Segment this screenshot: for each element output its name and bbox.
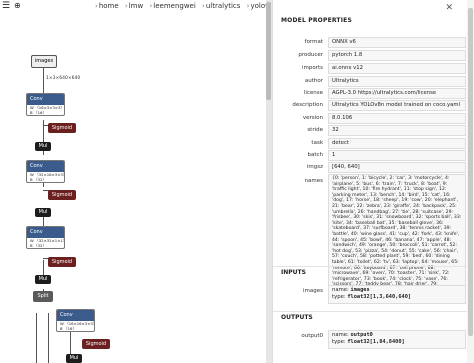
model-properties-panel: ✕ MODEL PROPERTIES format ONNX v6 produc…: [272, 0, 474, 363]
graph-scrollbar-thumb[interactable]: [266, 2, 271, 100]
breadcrumb-separator: ›: [149, 2, 153, 10]
prop-label: imports: [301, 65, 323, 71]
prop-value: pytorch 1.8: [328, 50, 466, 61]
output-details: name: output0 type: float32[1,84,8400]: [328, 330, 466, 349]
prop-label: format: [304, 39, 323, 45]
mul-node[interactable]: Mul: [35, 275, 51, 284]
prop-value: AGPL-3.0 https://ultralytics.com/license: [328, 88, 466, 99]
mul-node[interactable]: Mul: [35, 142, 51, 151]
sigmoid-node[interactable]: Sigmoid: [48, 257, 76, 267]
output-label: output0: [301, 333, 323, 339]
prop-label: names: [304, 178, 323, 184]
breadcrumb-separator: ›: [124, 2, 128, 10]
close-icon[interactable]: ✕: [445, 3, 453, 13]
input-name-row: name: images: [332, 287, 462, 294]
prop-value: Ultralytics: [328, 76, 466, 87]
output-type-row: type: float32[1,84,8400]: [332, 339, 462, 346]
mul-node[interactable]: Mul: [66, 354, 82, 363]
input-name-prefix: name:: [332, 287, 349, 293]
panel-scrollbar-thumb[interactable]: [468, 8, 473, 336]
input-type: float32[1,3,640,640]: [347, 294, 412, 300]
conv-node-title: Conv: [57, 310, 94, 321]
conv-node-title: Conv: [27, 161, 64, 172]
prop-label: batch: [307, 152, 323, 158]
input-label: images: [303, 288, 323, 294]
prop-value: 32: [328, 125, 466, 136]
breadcrumb-item-leemengwei[interactable]: leemengwei: [153, 2, 196, 10]
sigmoid-node[interactable]: Sigmoid: [82, 339, 110, 349]
prop-value: ai.onnx v12: [328, 63, 466, 74]
prop-label: stride: [307, 127, 323, 133]
graph-edge: [48, 313, 49, 363]
panel-title: MODEL PROPERTIES: [281, 17, 352, 24]
split-node[interactable]: Split: [33, 291, 53, 302]
breadcrumb-separator: ›: [95, 2, 98, 10]
graph-input-node[interactable]: images: [31, 55, 57, 68]
prop-value: 1: [328, 150, 466, 161]
output-name-prefix: name:: [332, 332, 349, 338]
input-name: images: [350, 287, 370, 293]
zoom-in-icon[interactable]: ⊕: [14, 1, 21, 10]
inputs-section-title: INPUTS: [281, 269, 306, 276]
prop-label: imgsz: [306, 164, 323, 170]
breadcrumb-item-lmw[interactable]: lmw: [129, 2, 144, 10]
graph-canvas[interactable]: images 1×3×640×640 Conv W 〈16×3×3×3〉 B 〈…: [0, 14, 266, 363]
input-details: name: images type: float32[1,3,640,640]: [328, 285, 466, 304]
conv-node[interactable]: Conv W 〈32×16×3×3〉 B 〈32〉: [26, 160, 65, 183]
conv-node[interactable]: Conv W 〈16×16×3×3〉 B 〈16〉: [56, 309, 95, 332]
menu-icon[interactable]: ☰: [2, 1, 10, 11]
graph-edge: [36, 313, 37, 363]
conv-node-title: Conv: [27, 227, 64, 238]
conv-node-title: Conv: [27, 94, 64, 105]
breadcrumb-item-ultralytics[interactable]: ultralytics: [206, 2, 241, 10]
divider: [273, 266, 474, 267]
output-name: output0: [350, 332, 373, 338]
divider: [273, 311, 474, 312]
prop-label: version: [302, 115, 323, 121]
prop-label: license: [303, 90, 323, 96]
outputs-section-title: OUTPUTS: [281, 314, 313, 321]
prop-label: author: [304, 78, 323, 84]
input-type-prefix: type:: [332, 294, 346, 300]
prop-value: detect: [328, 138, 466, 149]
conv-bias: B 〈16〉: [60, 326, 77, 331]
output-name-row: name: output0: [332, 332, 462, 339]
sigmoid-node[interactable]: Sigmoid: [48, 123, 76, 133]
conv-bias: B 〈32〉: [30, 243, 47, 248]
conv-bias: B 〈32〉: [30, 177, 47, 182]
prop-label: task: [311, 140, 323, 146]
breadcrumb-separator: ›: [202, 2, 205, 10]
prop-value: [640, 640]: [328, 162, 466, 173]
conv-node[interactable]: Conv W 〈32×32×1×1〉 B 〈32〉: [26, 226, 65, 249]
sigmoid-node[interactable]: Sigmoid: [48, 190, 76, 200]
output-type-prefix: type:: [332, 339, 346, 345]
input-type-row: type: float32[1,3,640,640]: [332, 294, 462, 301]
graph-edge: [43, 66, 44, 93]
output-type: float32[1,84,8400]: [347, 339, 405, 345]
conv-bias: B 〈16〉: [30, 110, 47, 115]
prop-label: description: [292, 102, 323, 108]
prop-label: producer: [298, 52, 323, 58]
conv-node[interactable]: Conv W 〈16×3×3×3〉 B 〈16〉: [26, 93, 65, 116]
prop-value: Ultralytics YOLOv8n model trained on coc…: [328, 100, 466, 111]
names-value: {0: 'person', 1: 'bicycle', 2: 'car', 3:…: [328, 174, 466, 296]
breadcrumb-item-home[interactable]: home: [99, 2, 119, 10]
mul-node[interactable]: Mul: [35, 208, 51, 217]
prop-value: ONNX v6: [328, 37, 466, 48]
edge-shape-label: 1×3×640×640: [46, 76, 81, 81]
top-bar: ☰ ⊕ ›home ›lmw ›leemengwei ›ultralytics …: [0, 0, 321, 14]
prop-value: 8.0.106: [328, 113, 466, 124]
